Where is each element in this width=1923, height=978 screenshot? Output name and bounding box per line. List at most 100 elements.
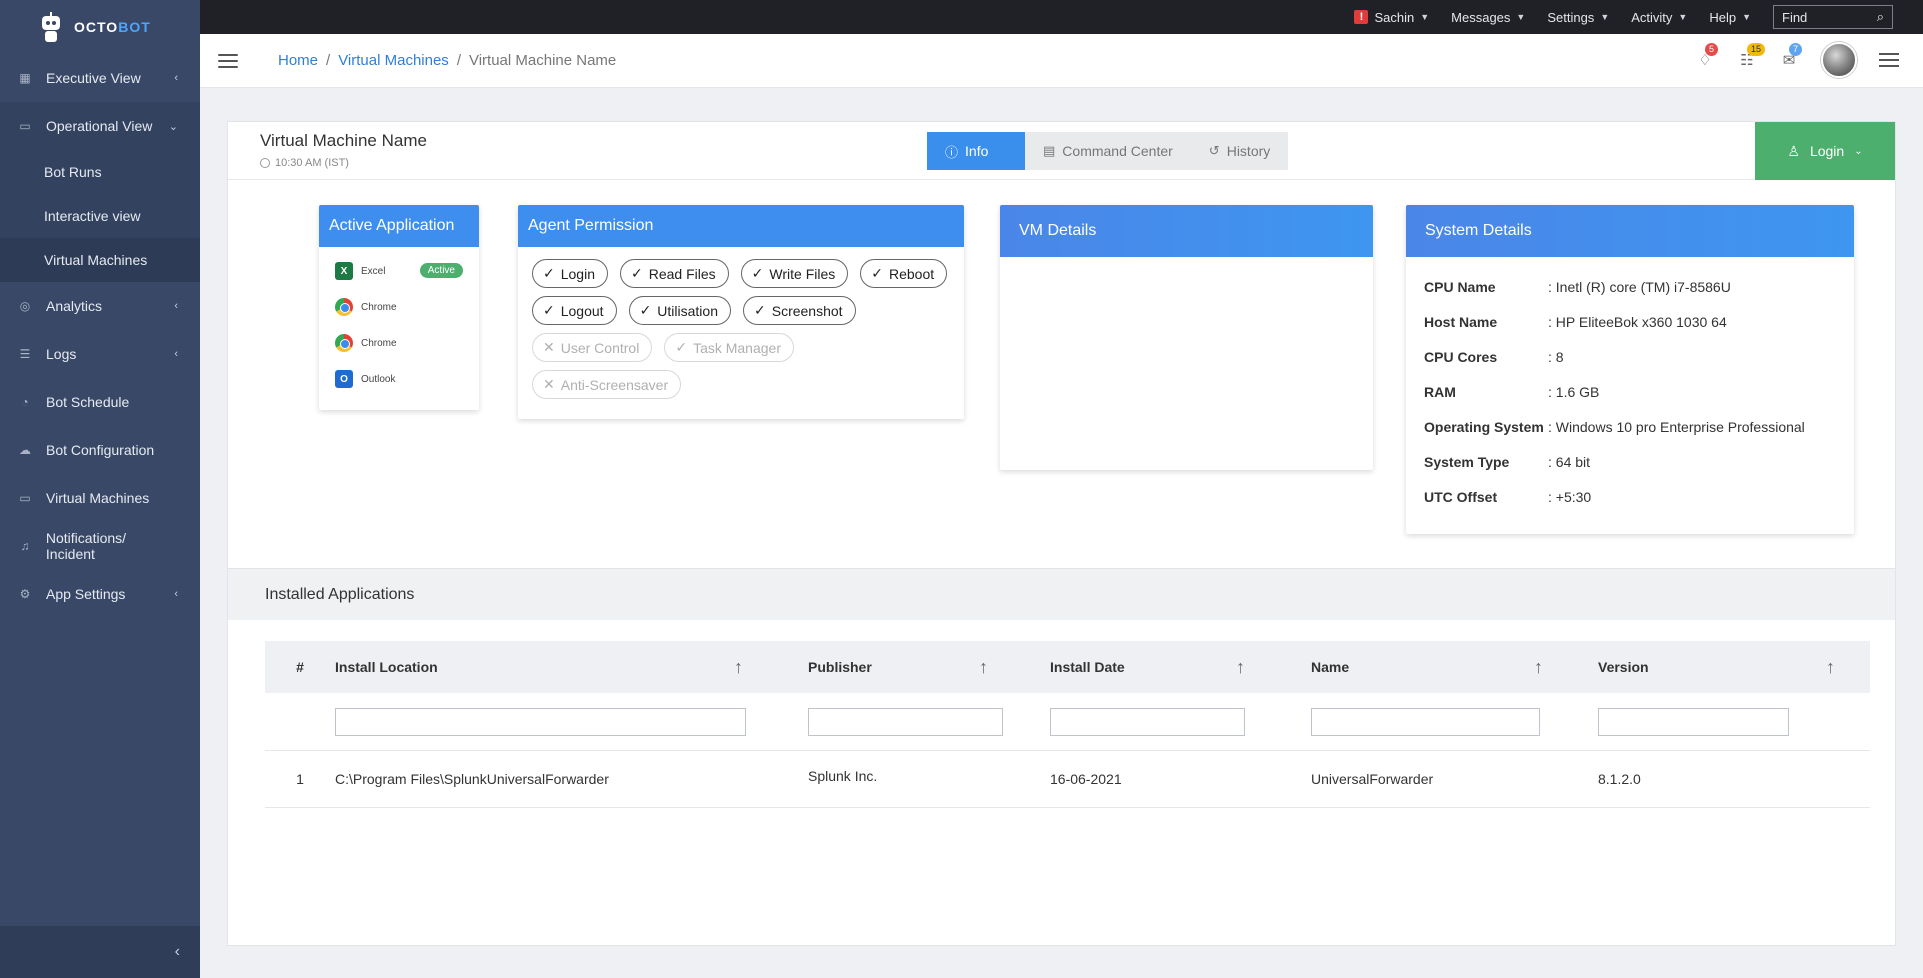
breadcrumb-home[interactable]: Home bbox=[278, 52, 318, 69]
excel-icon: X bbox=[335, 262, 353, 280]
column-header-publisher[interactable]: Publisher ↑ bbox=[748, 641, 988, 693]
chevron-left-icon: ‹ bbox=[174, 348, 178, 360]
sidebar-collapse-button[interactable]: ‹ bbox=[0, 926, 200, 978]
brand-logo[interactable]: OCTOBOT bbox=[0, 0, 200, 54]
user-menu[interactable]: ! Sachin ▼ bbox=[1354, 10, 1429, 25]
sidebar-item-logs[interactable]: ☰ Logs ‹ bbox=[0, 330, 200, 378]
cell-install-date: 16-06-2021 bbox=[1050, 771, 1122, 787]
permission-anti-screensaver[interactable]: ✕ Anti-Screensaver bbox=[532, 370, 682, 399]
sidebar-subitem-virtual-machines[interactable]: Virtual Machines bbox=[0, 238, 200, 282]
sidebar-item-app-settings[interactable]: ⚙ App Settings ‹ bbox=[0, 570, 200, 618]
bell-icon[interactable]: ♢ 5 bbox=[1695, 43, 1719, 70]
menu-icon[interactable] bbox=[1879, 53, 1899, 67]
bell-icon: ♫ bbox=[20, 539, 30, 553]
sidebar-item-label: Analytics bbox=[46, 298, 103, 314]
tab-command-center[interactable]: ▤ Command Center bbox=[1025, 132, 1191, 170]
system-row: UTC Offset: +5:30 bbox=[1424, 488, 1592, 505]
column-header-install-location[interactable]: Install Location ↑ bbox=[335, 641, 748, 693]
chrome-icon bbox=[335, 298, 353, 316]
close-icon: ✕ bbox=[543, 376, 555, 392]
monitor-icon: ▭ bbox=[19, 491, 31, 505]
breadcrumb-separator: / bbox=[326, 52, 331, 69]
check-icon: ✓ bbox=[631, 265, 643, 281]
sidebar-item-executive-view[interactable]: ▦ Executive View ‹ bbox=[0, 54, 200, 102]
breadcrumb-current: Virtual Machine Name bbox=[468, 52, 617, 69]
permission-user-control[interactable]: ✕ User Control bbox=[532, 333, 653, 362]
status-badge: Active bbox=[419, 263, 463, 278]
app-item-chrome[interactable]: Chrome bbox=[319, 289, 479, 325]
settings-menu[interactable]: Settings ▼ bbox=[1547, 10, 1609, 25]
tasks-icon[interactable]: ☷ 15 bbox=[1737, 43, 1766, 70]
permission-logout[interactable]: ✓ Logout bbox=[532, 296, 617, 325]
permission-utilisation[interactable]: ✓ Utilisation bbox=[628, 296, 731, 325]
messages-menu[interactable]: Messages ▼ bbox=[1451, 10, 1525, 25]
table-header: # Install Location ↑ Publisher ↑ Install D… bbox=[265, 641, 1870, 693]
filter-name-input[interactable] bbox=[1311, 707, 1540, 736]
sort-arrow-icon[interactable]: ↑ bbox=[979, 657, 988, 678]
chrome-icon bbox=[335, 334, 353, 352]
alerts-badge: 5 bbox=[1705, 43, 1719, 56]
sidebar-item-bot-configuration[interactable]: ☁ Bot Configuration bbox=[0, 426, 200, 474]
sidebar-item-operational-view[interactable]: ▭ Operational View ⌄ bbox=[0, 102, 200, 150]
chevron-down-icon: ⌄ bbox=[168, 120, 178, 133]
sidebar-item-virtual-machines[interactable]: ▭ Virtual Machines bbox=[0, 474, 200, 522]
permission-login[interactable]: ✓ Login bbox=[532, 259, 608, 288]
chevron-left-icon: ‹ bbox=[174, 72, 178, 84]
sidebar-subitem-interactive-view[interactable]: Interactive view bbox=[0, 194, 200, 238]
sort-arrow-icon[interactable]: ↑ bbox=[1826, 657, 1835, 678]
check-icon: ✓ bbox=[754, 302, 766, 318]
permission-write-files[interactable]: ✓ Write Files bbox=[740, 259, 849, 288]
sidebar-subitem-bot-runs[interactable]: Bot Runs bbox=[0, 150, 200, 194]
filter-publisher-input[interactable] bbox=[808, 707, 1003, 736]
installed-applications-title: Installed Applications bbox=[228, 568, 1895, 620]
sort-arrow-icon[interactable]: ↑ bbox=[734, 657, 743, 678]
permission-task-manager[interactable]: ✓ Task Manager bbox=[664, 333, 794, 362]
caret-down-icon: ▼ bbox=[1742, 12, 1751, 22]
find-placeholder: Find bbox=[1782, 9, 1808, 25]
mail-badge: 7 bbox=[1789, 43, 1803, 56]
find-input[interactable]: Find ⌕ bbox=[1773, 5, 1893, 29]
help-label: Help bbox=[1709, 9, 1737, 25]
breadcrumb-virtual-machines[interactable]: Virtual Machines bbox=[338, 52, 449, 69]
analytics-icon: ◎ bbox=[19, 299, 31, 313]
app-item-chrome[interactable]: Chrome bbox=[319, 325, 479, 361]
column-header-name[interactable]: Name ↑ bbox=[1245, 641, 1555, 693]
column-header-version[interactable]: Version ↑ bbox=[1555, 641, 1865, 693]
permission-reboot[interactable]: ✓ Reboot bbox=[860, 259, 948, 288]
warning-icon: ! bbox=[1354, 10, 1369, 24]
tasks-badge: 15 bbox=[1747, 43, 1766, 56]
cell-install-location: C:\Program Files\SplunkUniversalForwarde… bbox=[335, 771, 609, 787]
column-header-install-date[interactable]: Install Date ↑ bbox=[988, 641, 1245, 693]
cloud-config-icon: ☁ bbox=[19, 443, 31, 457]
system-details-list: CPU Name: Inetl (R) core (TM) i7-8586U H… bbox=[1406, 257, 1854, 514]
sort-arrow-icon[interactable]: ↑ bbox=[1534, 657, 1543, 678]
avatar[interactable] bbox=[1821, 42, 1857, 78]
activity-menu[interactable]: Activity ▼ bbox=[1631, 10, 1687, 25]
mail-icon[interactable]: ✉ 7 bbox=[1779, 43, 1803, 70]
gear-icon: ⚙ bbox=[19, 587, 31, 601]
sidebar-item-label: Operational View bbox=[46, 118, 153, 134]
activity-label: Activity bbox=[1631, 9, 1673, 25]
table-row[interactable]: 1 C:\Program Files\SplunkUniversalForwar… bbox=[265, 751, 1870, 808]
app-item-excel[interactable]: X Excel Active bbox=[319, 253, 479, 289]
sort-arrow-icon[interactable]: ↑ bbox=[1236, 657, 1245, 678]
filter-version-input[interactable] bbox=[1598, 707, 1789, 736]
tab-history[interactable]: ↺ History bbox=[1190, 132, 1289, 170]
sidebar-item-bot-schedule[interactable]: ◔ Bot Schedule bbox=[0, 378, 200, 426]
permission-screenshot[interactable]: ✓ Screenshot bbox=[743, 296, 856, 325]
app-item-outlook[interactable]: O Outlook bbox=[319, 361, 479, 397]
vm-card: Virtual Machine Name 10:30 AM (IST) ⓘ In… bbox=[227, 121, 1896, 946]
close-icon: ✕ bbox=[543, 339, 555, 355]
tab-info[interactable]: ⓘ Info bbox=[927, 132, 1025, 170]
permission-read-files[interactable]: ✓ Read Files bbox=[620, 259, 729, 288]
panel-title: VM Details bbox=[1000, 205, 1373, 257]
sidebar-item-notifications[interactable]: ♫ Notifications/ Incident bbox=[0, 522, 200, 570]
help-menu[interactable]: Help ▼ bbox=[1709, 10, 1751, 25]
filter-install-date-input[interactable] bbox=[1050, 707, 1245, 736]
filter-install-location-input[interactable] bbox=[335, 707, 746, 736]
login-button[interactable]: ♙ Login ⌄ bbox=[1755, 122, 1895, 180]
page-header: Home / Virtual Machines / Virtual Machin… bbox=[200, 34, 1923, 88]
permission-list: ✓ Login ✓ Read Files ✓ Write Files ✓ Reboot … bbox=[518, 247, 964, 411]
sidebar-item-analytics[interactable]: ◎ Analytics ‹ bbox=[0, 282, 200, 330]
hamburger-menu-icon[interactable] bbox=[218, 53, 238, 68]
